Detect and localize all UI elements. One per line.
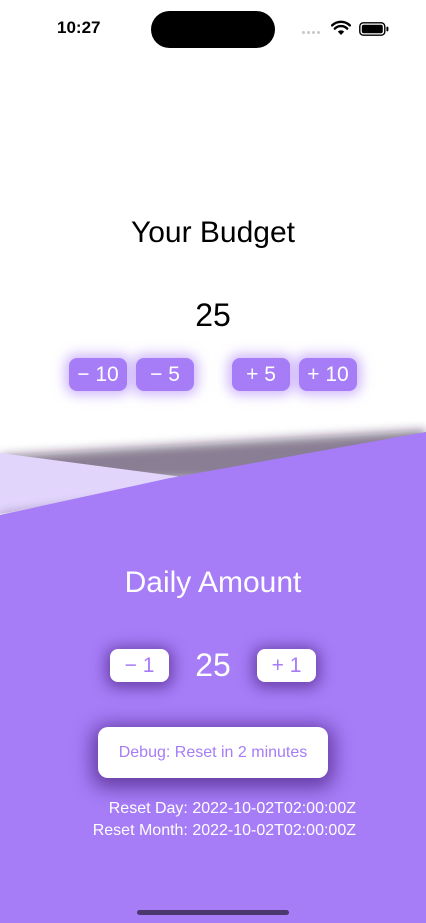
cellular-signal-icon <box>302 31 320 34</box>
plus-5-button[interactable]: + 5 <box>232 358 290 391</box>
reset-month-label: Reset Month: 2022-10-02T02:00:00Z <box>92 822 356 839</box>
reset-day-label: Reset Day: 2022-10-02T02:00:00Z <box>108 800 356 817</box>
plus-1-button[interactable]: + 1 <box>257 649 316 682</box>
status-time: 10:27 <box>57 18 101 37</box>
daily-amount-value: 25 <box>195 647 231 683</box>
debug-reset-button[interactable]: Debug: Reset in 2 minutes <box>98 727 328 778</box>
home-indicator[interactable] <box>137 910 289 915</box>
dynamic-island <box>151 11 275 48</box>
battery-icon <box>359 22 389 36</box>
minus-5-button[interactable]: − 5 <box>136 358 194 391</box>
wifi-icon <box>331 20 351 35</box>
daily-amount-title: Daily Amount <box>124 566 302 599</box>
budget-value: 25 <box>195 297 231 333</box>
minus-10-button[interactable]: − 10 <box>69 358 127 391</box>
status-bar: 10:27 <box>0 0 426 56</box>
plus-10-button[interactable]: + 10 <box>299 358 357 391</box>
budget-title: Your Budget <box>130 216 296 249</box>
minus-1-button[interactable]: − 1 <box>110 649 169 682</box>
